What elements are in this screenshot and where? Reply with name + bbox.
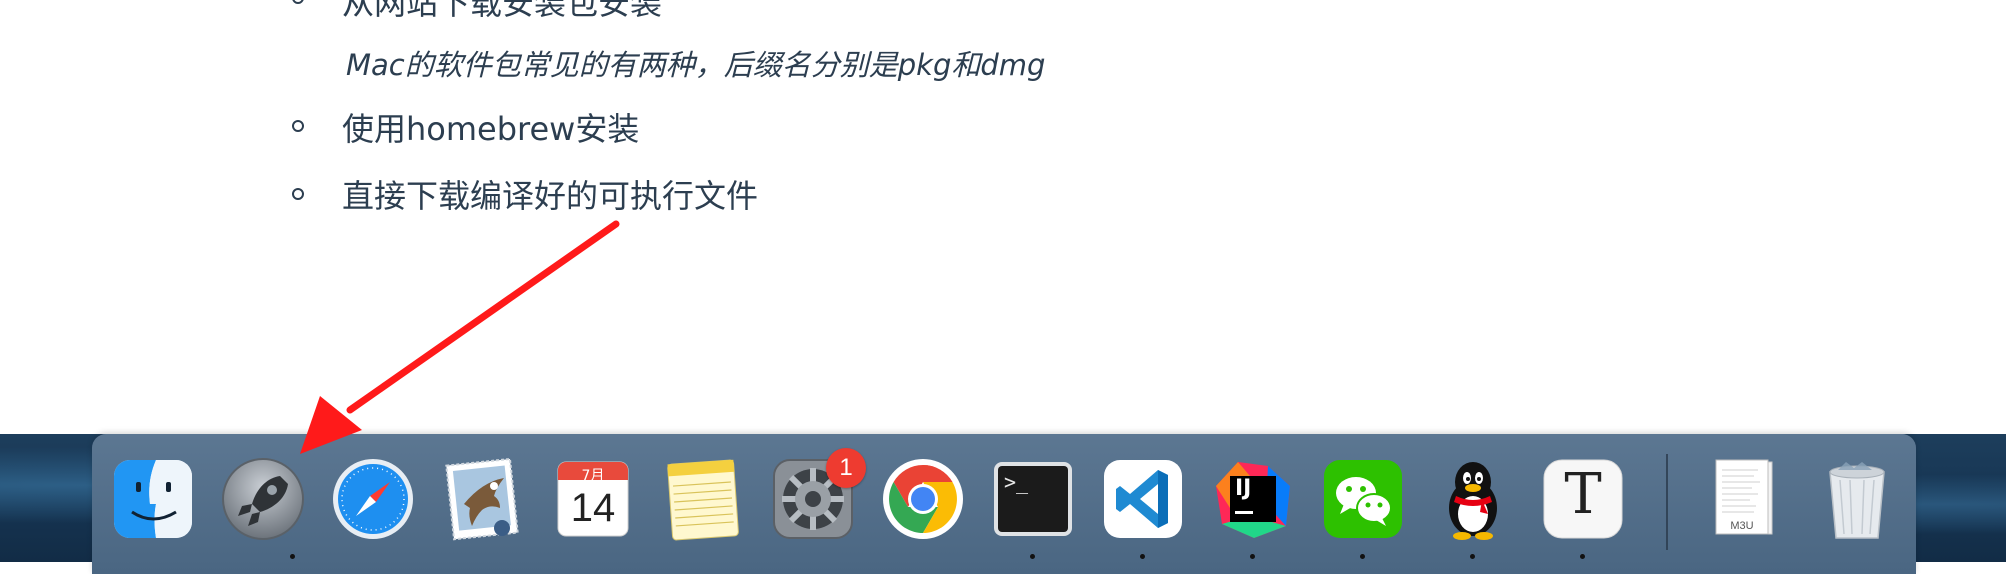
wechat-icon: [1324, 460, 1402, 538]
note-italic: Mac的软件包常见的有两种，后缀名分别是pkg和dmg: [346, 48, 1046, 82]
notification-badge: 1: [826, 448, 866, 488]
list-bullet: [292, 0, 304, 4]
dock-item-intellij[interactable]: IJ: [1210, 456, 1296, 542]
bullet-homebrew-text: 使用homebrew安装: [342, 110, 640, 148]
intellij-icon: [1216, 462, 1290, 538]
dock-item-system-preferences[interactable]: 1: [770, 448, 866, 542]
chrome-icon: [883, 459, 963, 539]
compass-icon: [333, 459, 413, 539]
dock-item-terminal[interactable]: >_: [990, 456, 1076, 542]
running-indicator: [290, 554, 295, 559]
calendar-month: 7月: [581, 468, 605, 484]
dock-item-typora[interactable]: T: [1540, 456, 1626, 542]
notepad-icon: [667, 459, 739, 541]
partial-top-line: 从网站下载安装包安装: [342, 0, 663, 22]
running-indicator: [1250, 554, 1255, 559]
dock-item-safari[interactable]: [330, 456, 416, 542]
calendar-day: 14: [570, 486, 616, 530]
dock-item-launchpad[interactable]: [220, 456, 306, 542]
typora-letter: T: [1564, 462, 1602, 527]
dock-item-vscode[interactable]: [1100, 456, 1186, 542]
dock-item-trash[interactable]: [1814, 456, 1900, 542]
intellij-label: IJ: [1235, 476, 1252, 501]
rocket-icon: [222, 458, 304, 540]
dock-item-qq[interactable]: [1430, 456, 1516, 542]
bullet-binary-text: 直接下载编译好的可执行文件: [342, 177, 759, 215]
list-bullet: [292, 188, 304, 200]
vscode-icon: [1104, 460, 1182, 538]
dock: 7月 14 1 >_ IJ T M3U: [92, 434, 1916, 574]
terminal-icon: [994, 462, 1072, 536]
dock-item-chrome[interactable]: [880, 456, 966, 542]
list-bullet: [292, 120, 304, 132]
dock-item-mail[interactable]: [440, 456, 526, 542]
terminal-prompt: >_: [1004, 470, 1029, 494]
dock-divider: [1666, 454, 1668, 550]
dock-item-wechat[interactable]: [1320, 456, 1406, 542]
running-indicator: [1140, 554, 1145, 559]
trash-icon: [1829, 462, 1885, 539]
dock-item-calendar[interactable]: 7月 14: [550, 456, 636, 542]
eagle-stamp-icon: [445, 457, 519, 541]
running-indicator: [1360, 554, 1365, 559]
dock-item-notes[interactable]: [660, 456, 746, 542]
running-indicator: [1030, 554, 1035, 559]
document-area: 从网站下载安装包安装 Mac的软件包常见的有两种，后缀名分别是pkg和dmg 使…: [0, 0, 2006, 440]
penguin-icon: [1449, 462, 1497, 540]
running-indicator: [1580, 554, 1585, 559]
dock-item-finder[interactable]: [110, 456, 196, 542]
file-type-label: M3U: [1730, 520, 1754, 532]
dock-item-file-stack[interactable]: M3U: [1702, 456, 1788, 542]
running-indicator: [1470, 554, 1475, 559]
finder-icon: [114, 460, 192, 538]
